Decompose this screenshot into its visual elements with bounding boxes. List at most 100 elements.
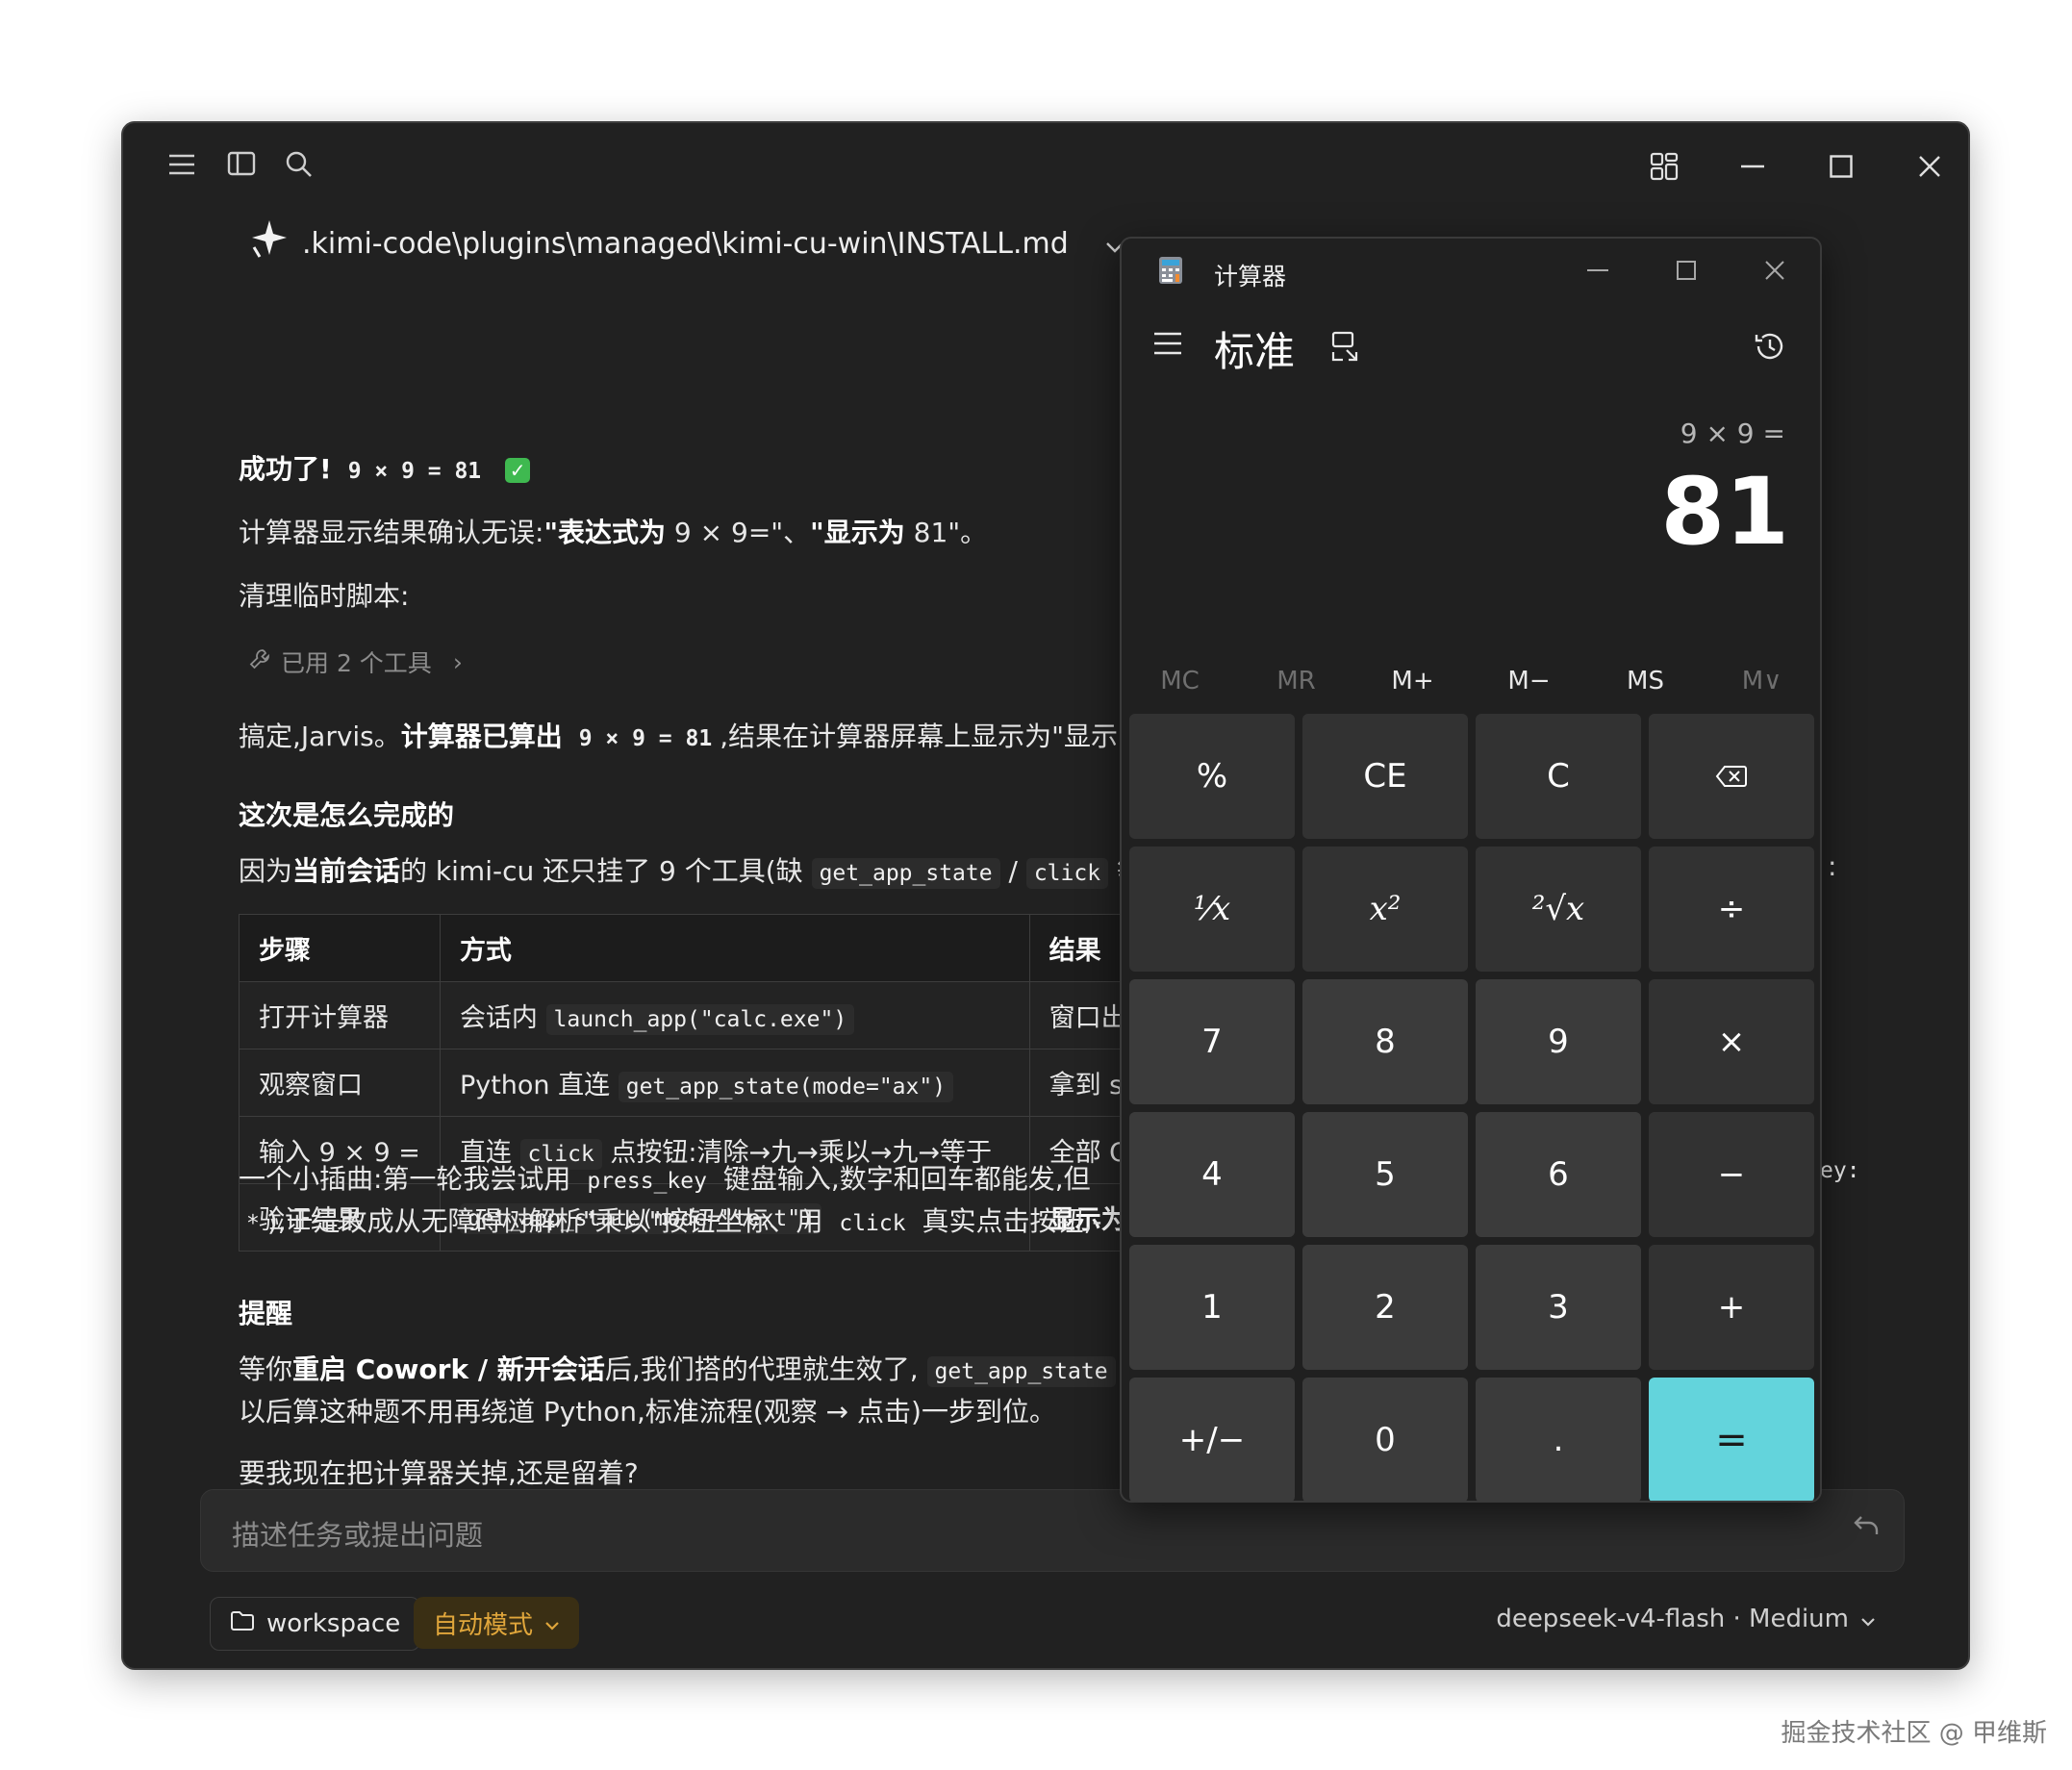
keep-on-top-icon[interactable] <box>1331 331 1362 366</box>
success-line: 成功了! 9 × 9 = 81 ✓ <box>239 448 531 487</box>
percent-button[interactable]: % <box>1129 714 1295 839</box>
reason-line: 因为当前会话的 kimi-cu 还只挂了 9 个工具(缺 get_app_sta… <box>239 850 1154 889</box>
kimi-logo-icon <box>246 218 289 268</box>
reminder-code: get_app_state <box>926 1356 1116 1387</box>
episode2-pre: ),于是改成从无障碍树解析"乘以"按钮坐标、用 <box>266 1205 823 1237</box>
method-text: 会话内 <box>459 1003 538 1033</box>
chevron-right-icon: › <box>452 647 463 676</box>
digit-1-button[interactable]: 1 <box>1129 1245 1295 1370</box>
square-root-button[interactable]: ²√x <box>1476 847 1641 972</box>
memory-subtract-button[interactable]: M− <box>1471 652 1587 710</box>
layout-grid-icon[interactable] <box>1635 142 1693 190</box>
table-header: 方式 <box>439 914 1030 982</box>
file-header[interactable]: .kimi-code\plugins\managed\kimi-cu-win\I… <box>246 219 1124 267</box>
workspace-button[interactable]: workspace <box>210 1597 421 1651</box>
model-select[interactable]: deepseek-v4-flash · Medium <box>1496 1605 1876 1633</box>
episode-pre: 一个小插曲:第一轮我尝试用 <box>239 1163 571 1195</box>
reason-sep: / <box>999 855 1026 887</box>
success-label: 成功了! <box>239 453 332 485</box>
workspace-label: workspace <box>266 1609 401 1638</box>
maximize-button[interactable] <box>1812 142 1870 190</box>
reason-bold: 当前会话 <box>292 855 401 887</box>
done-pre: 搞定,Jarvis。 <box>239 721 401 752</box>
how-heading: 这次是怎么完成的 <box>239 799 455 831</box>
reason-code-2: click <box>1025 858 1109 889</box>
digit-3-button[interactable]: 3 <box>1476 1245 1641 1370</box>
chevron-down-icon <box>1860 1605 1876 1633</box>
close-button[interactable] <box>1901 142 1958 190</box>
calculator-expression: 9 × 9 = <box>1680 417 1785 449</box>
table-cell: 会话内 launch_app("calc.exe") <box>439 981 1030 1049</box>
backspace-button[interactable] <box>1649 714 1814 839</box>
reminder-pre: 等你 <box>239 1353 293 1385</box>
calculator-title: 计算器 <box>1214 263 1287 291</box>
table-row: 观察窗口 Python 直连 get_app_state(mode="ax") … <box>239 1049 1201 1117</box>
digit-2-button[interactable]: 2 <box>1302 1245 1468 1370</box>
table-row: 打开计算器 会话内 launch_app("calc.exe") 窗口出 <box>239 981 1201 1049</box>
memory-add-button[interactable]: M+ <box>1354 652 1471 710</box>
method-text: Python 直连 <box>459 1071 611 1100</box>
digit-6-button[interactable]: 6 <box>1476 1112 1641 1237</box>
episode2-post: 真实点击按钮,- <box>922 1205 1102 1237</box>
reminder-heading: 提醒 <box>239 1298 293 1329</box>
calc-minimize-button[interactable] <box>1587 256 1608 291</box>
decimal-button[interactable]: . <box>1476 1378 1641 1501</box>
calc-menu-icon[interactable] <box>1152 331 1183 360</box>
prompt-placeholder: 描述任务或提出问题 <box>232 1519 484 1552</box>
calculator-app-icon <box>1158 256 1183 289</box>
table-header: 步骤 <box>239 914 441 982</box>
digit-8-button[interactable]: 8 <box>1302 979 1468 1104</box>
reciprocal-button[interactable]: ¹⁄x <box>1129 847 1295 972</box>
reminder-line-2: 以后算这种题不用再绕道 Python,标准流程(观察 → 点击)一步到位。 <box>239 1396 1056 1428</box>
tools-used-toggle[interactable]: 已用 2 个工具 › <box>248 645 463 679</box>
check-mark-icon: ✓ <box>505 458 531 483</box>
square-root-icon: ²√x <box>1531 890 1585 928</box>
calc-maximize-button[interactable] <box>1676 256 1697 291</box>
digit-9-button[interactable]: 9 <box>1476 979 1641 1104</box>
confirm-text: 计算器显示结果确认无误: <box>239 517 544 548</box>
success-code: 9 × 9 = 81 <box>347 459 482 484</box>
cleanup-line: 清理临时脚本: <box>239 580 410 612</box>
mode-dropdown[interactable]: 自动模式 <box>414 1597 580 1649</box>
calculator-window[interactable]: 计算器 标准 9 × 9 = 8 1 MC MR M+ M− MS M∨ % CE… <box>1120 237 1822 1503</box>
equals-button[interactable]: = <box>1649 1378 1814 1501</box>
menu-icon[interactable] <box>167 152 196 181</box>
episode-tail: ey: <box>1820 1158 1860 1183</box>
clear-button[interactable]: C <box>1476 714 1641 839</box>
memory-list-button[interactable]: M∨ <box>1704 652 1820 710</box>
minimize-button[interactable] <box>1724 142 1781 190</box>
digit-5-button[interactable]: 5 <box>1302 1112 1468 1237</box>
memory-recall-button[interactable]: MR <box>1238 652 1354 710</box>
calculator-mode-label: 标准 <box>1214 328 1296 375</box>
plus-button[interactable]: + <box>1649 1245 1814 1370</box>
calc-close-button[interactable] <box>1764 256 1785 291</box>
search-icon[interactable] <box>285 150 314 183</box>
episode-line-2: *),于是改成从无障碍树解析"乘以"按钮坐标、用 click 真实点击按钮,- <box>239 1201 1102 1239</box>
digit-7-button[interactable]: 7 <box>1129 979 1295 1104</box>
keypad: % CE C ¹⁄x x² ²√x ÷ 7 8 9 × 4 5 6 − 1 2 … <box>1129 714 1816 1501</box>
digit-4-button[interactable]: 4 <box>1129 1112 1295 1237</box>
episode-code: press_key <box>587 1169 707 1194</box>
memory-clear-button[interactable]: MC <box>1122 652 1238 710</box>
method-code: launch_app("calc.exe") <box>545 1004 855 1035</box>
send-icon[interactable] <box>1852 1511 1881 1548</box>
negate-button[interactable]: +/− <box>1129 1378 1295 1501</box>
sidebar-toggle-icon[interactable] <box>227 150 256 181</box>
chevron-down-icon <box>544 1608 560 1637</box>
done-post: ,结果在计算器屏幕上显示为"显示 <box>720 721 1118 752</box>
multiply-button[interactable]: × <box>1649 979 1814 1104</box>
clear-entry-button[interactable]: CE <box>1302 714 1468 839</box>
reminder-mid: 后,我们搭的代理就生效了, <box>604 1353 919 1385</box>
reminder-line: 等你重启 Cowork / 新开会话后,我们搭的代理就生效了, get_app_… <box>239 1349 1150 1387</box>
memory-store-button[interactable]: MS <box>1587 652 1704 710</box>
backspace-icon <box>1715 766 1747 787</box>
episode-post: 键盘输入,数字和回车都能发,但 <box>722 1163 1091 1195</box>
wrench-icon <box>248 647 271 676</box>
divide-button[interactable]: ÷ <box>1649 847 1814 972</box>
done-bold: 计算器已算出 <box>400 721 563 752</box>
folder-icon <box>230 1609 255 1638</box>
digit-0-button[interactable]: 0 <box>1302 1378 1468 1501</box>
history-icon[interactable] <box>1753 329 1787 367</box>
square-button[interactable]: x² <box>1302 847 1468 972</box>
minus-button[interactable]: − <box>1649 1112 1814 1237</box>
